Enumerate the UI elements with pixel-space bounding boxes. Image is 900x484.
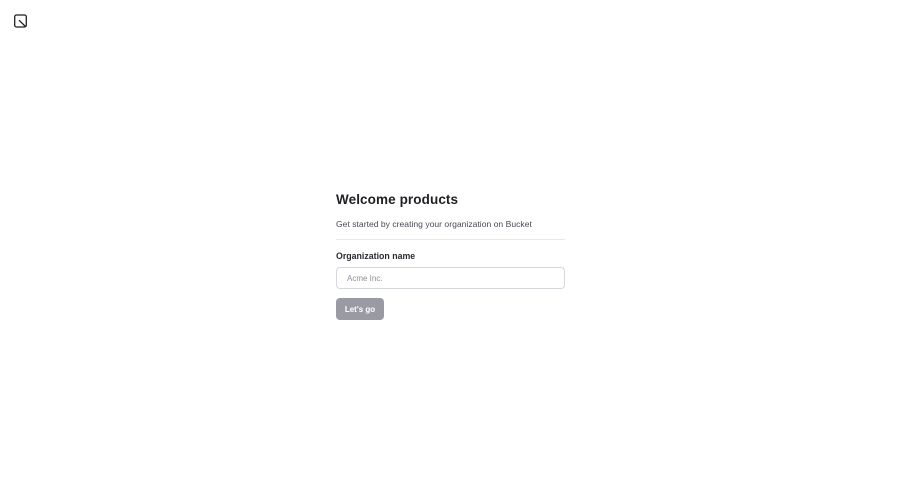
organization-name-label: Organization name bbox=[336, 251, 416, 261]
page-title: Welcome products bbox=[336, 192, 459, 207]
onboarding-page: Welcome products Get started by creating… bbox=[0, 0, 900, 484]
onboarding-card: Welcome products Get started by creating… bbox=[336, 192, 565, 320]
organization-name-input[interactable] bbox=[336, 267, 565, 289]
lets-go-button[interactable]: Let's go bbox=[336, 298, 384, 320]
bucket-logo-icon[interactable] bbox=[14, 14, 27, 28]
divider bbox=[336, 239, 565, 240]
page-subtitle: Get started by creating your organizatio… bbox=[336, 219, 532, 229]
